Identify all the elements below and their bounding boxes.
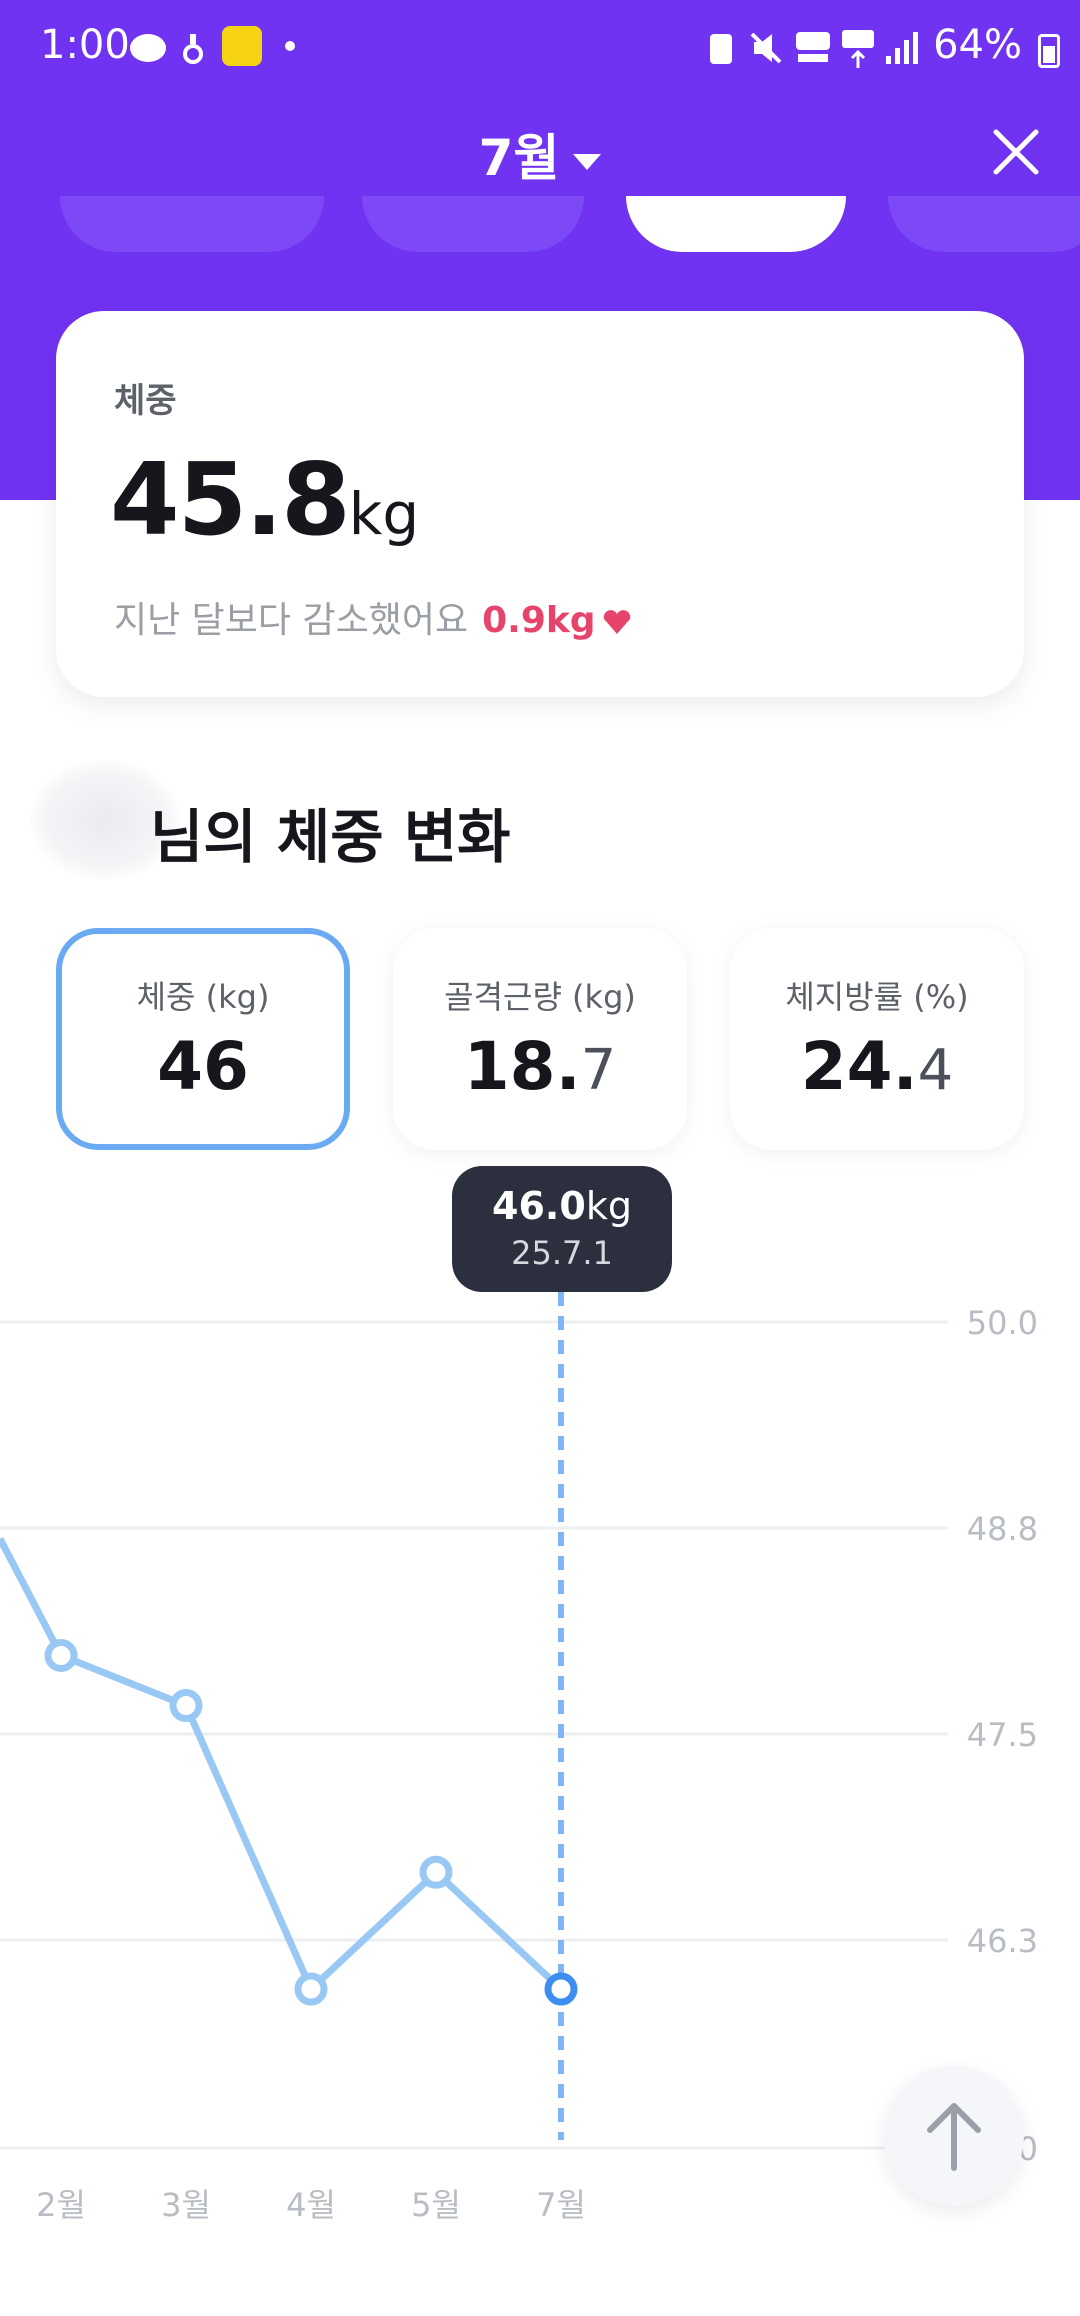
y-tick-label: 48.8 [966, 1510, 1038, 1548]
data-point[interactable] [44, 1639, 78, 1673]
period-tab[interactable] [60, 196, 324, 252]
battery-percent: 64% [933, 22, 1022, 68]
x-tick-label: 7월 [536, 2186, 586, 2224]
period-tab[interactable] [888, 196, 1080, 252]
y-tick-label: 47.5 [966, 1716, 1038, 1754]
tile-label: 골격근량 (kg) [444, 978, 636, 1016]
x-tick-label: 5월 [411, 2186, 461, 2224]
change-value: 0.9kg [482, 600, 596, 641]
app-notification-icon [183, 34, 203, 64]
x-tick-label: 2월 [36, 2186, 86, 2224]
month-selector[interactable]: 7월 [0, 118, 1080, 190]
x-tick-label: 3월 [161, 2186, 211, 2224]
tile-label: 체지방률 (%) [785, 978, 969, 1016]
metric-tile-weight[interactable]: 체중 (kg) 46 [56, 928, 350, 1150]
tile-value: 18.7 [463, 1028, 617, 1105]
x-tick-label: 4월 [286, 2186, 336, 2224]
metric-tile-bodyfat[interactable]: 체지방률 (%) 24.4 [730, 928, 1024, 1150]
tooltip-value: 46.0kg [492, 1184, 632, 1228]
status-time: 1:00 [40, 22, 130, 68]
y-tick-label: 50.0 [966, 1304, 1038, 1342]
close-icon[interactable] [992, 128, 1040, 176]
battery-saver-icon [710, 34, 732, 64]
arrow-up-icon [927, 2103, 981, 2171]
y-tick-label: 46.3 [966, 1922, 1038, 1960]
app-notification-icon [130, 34, 166, 62]
tile-label: 체중 (kg) [136, 978, 270, 1016]
battery-icon [1038, 34, 1060, 68]
chart-tooltip: 46.0kg 25.7.1 [452, 1166, 672, 1292]
data-point[interactable] [169, 1689, 203, 1723]
tile-value: 24.4 [800, 1028, 954, 1105]
dot-icon [285, 41, 295, 51]
period-tab[interactable] [362, 196, 584, 252]
summary-value: 45.8kg [110, 441, 420, 558]
kb-app-icon [222, 26, 262, 66]
scroll-to-top-button[interactable] [884, 2066, 1024, 2206]
summary-change: 지난 달보다 감소했어요 0.9kg [114, 591, 632, 643]
mute-icon [750, 32, 782, 64]
data-point[interactable] [294, 1972, 328, 2006]
data-point[interactable] [419, 1855, 453, 1889]
summary-label: 체중 [114, 381, 177, 421]
status-bar: 1:00 64% [0, 0, 1080, 96]
period-tab-active[interactable] [626, 196, 846, 252]
tile-value: 46 [157, 1028, 249, 1105]
chevron-down-icon [573, 153, 602, 170]
month-label: 7월 [478, 129, 560, 187]
tooltip-date: 25.7.1 [511, 1234, 613, 1272]
weight-summary-card: 체중 45.8kg 지난 달보다 감소했어요 0.9kg [56, 311, 1024, 697]
change-text: 지난 달보다 감소했어요 [114, 600, 469, 641]
metric-tile-muscle[interactable]: 골격근량 (kg) 18.7 [393, 928, 687, 1150]
data-point-selected[interactable] [544, 1972, 578, 2006]
signal-icon [886, 32, 918, 64]
decrease-arrow-icon [603, 610, 630, 634]
hd-voice-icon [796, 32, 830, 62]
section-title: 님의 체중 변화 [150, 803, 511, 871]
5g-icon [842, 30, 874, 68]
series-line [0, 1537, 564, 1993]
